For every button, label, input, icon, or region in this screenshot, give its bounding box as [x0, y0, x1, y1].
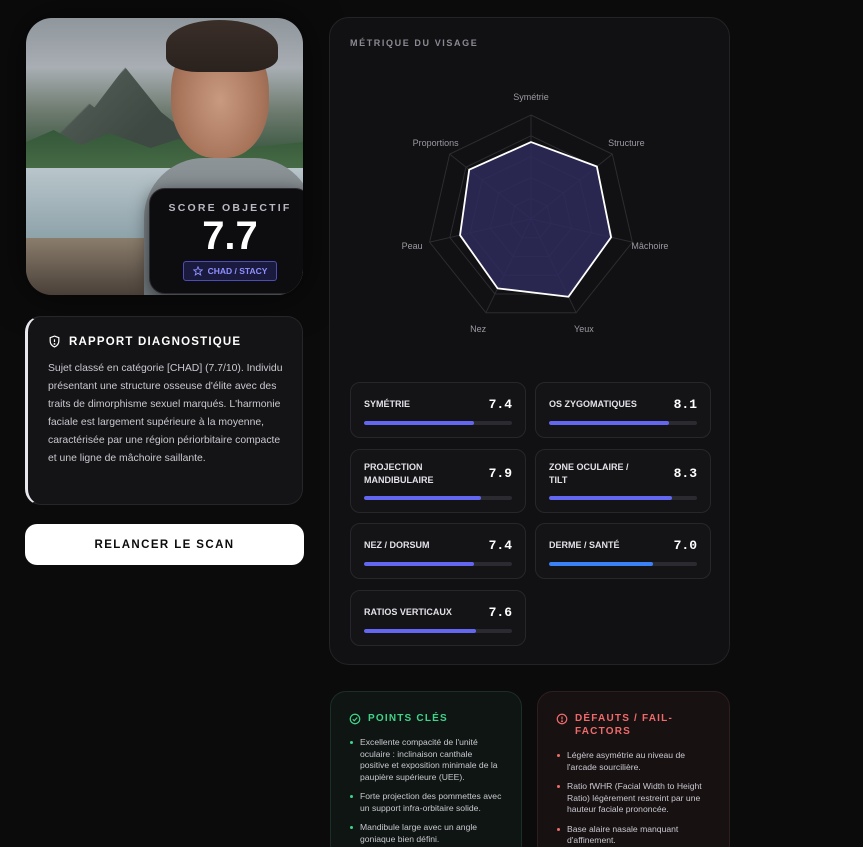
fail-factors-list: Légère asymétrie au niveau de l'arcade s…: [556, 750, 711, 847]
fail-factors-title: DÉFAUTS / FAIL-FACTORS: [575, 713, 673, 737]
metric-label: DERME / SANTÉ: [549, 540, 620, 550]
report-heading: RAPPORT DIAGNOSTIQUE: [48, 335, 284, 348]
alert-circle-icon: [556, 713, 568, 725]
list-item: Forte projection des pommettes avec un s…: [349, 791, 503, 814]
shield-icon: [49, 335, 60, 348]
fail-factors-heading: DÉFAUTS / FAIL-FACTORS: [556, 712, 711, 738]
metric-card: SYMÉTRIE 7.4: [350, 382, 526, 438]
metric-progress-track: [549, 562, 697, 566]
check-circle-icon: [349, 713, 361, 725]
radar-axis-label: Symétrie: [513, 92, 549, 102]
metric-progress-track: [549, 421, 697, 425]
key-points-card: POINTS CLÉS Excellente compacité de l'un…: [330, 691, 522, 847]
photo-person-hair: [166, 20, 278, 72]
metric-label: PROJECTION MANDIBULAIRE: [364, 462, 434, 485]
metric-progress-fill: [364, 421, 474, 425]
metric-value: 8.1: [673, 397, 697, 412]
radar-data-polygon: [459, 141, 613, 298]
rescan-button[interactable]: RELANCER LE SCAN: [25, 524, 304, 565]
report-text: Sujet classé en catégorie [CHAD] (7.7/10…: [48, 363, 283, 464]
report-title: RAPPORT DIAGNOSTIQUE: [69, 335, 242, 348]
metric-value: 8.3: [673, 466, 697, 481]
radar-axis-label: Proportions: [413, 138, 460, 148]
metric-card: NEZ / DORSUM 7.4: [350, 523, 526, 579]
metrics-title: MÉTRIQUE DU VISAGE: [350, 38, 479, 48]
metric-value: 7.9: [488, 466, 512, 481]
metric-progress-track: [364, 421, 512, 425]
key-points-heading: POINTS CLÉS: [349, 712, 503, 725]
radar-axis-label: Structure: [608, 138, 645, 148]
score-label: SCORE OBJECTIF: [168, 202, 292, 214]
metric-progress-fill: [549, 496, 672, 500]
metric-progress-track: [549, 496, 697, 500]
profile-photo: SCORE OBJECTIF 7.7 CHAD / STACY: [26, 18, 303, 295]
radar-axis-label: Nez: [470, 324, 487, 334]
list-item: Ratio fWHR (Facial Width to Height Ratio…: [556, 781, 711, 816]
list-item: Légère asymétrie au niveau de l'arcade s…: [556, 750, 711, 773]
list-item: Excellente compacité de l'unité oculaire…: [349, 737, 503, 783]
diagnostic-report: RAPPORT DIAGNOSTIQUE Sujet classé en cat…: [25, 316, 303, 505]
metric-card: OS ZYGOMATIQUES 8.1: [535, 382, 711, 438]
fail-factors-card: DÉFAUTS / FAIL-FACTORS Légère asymétrie …: [537, 691, 730, 847]
metric-label: ZONE OCULAIRE / TILT: [549, 462, 629, 485]
face-metrics-panel: MÉTRIQUE DU VISAGE Symétrie Structure Mâch…: [329, 17, 730, 665]
metric-progress-track: [364, 562, 512, 566]
metric-progress-fill: [549, 562, 653, 566]
key-points-title: POINTS CLÉS: [368, 713, 448, 724]
metric-progress-fill: [364, 562, 474, 566]
radar-axis-label: Peau: [402, 241, 423, 251]
category-badge: CHAD / STACY: [182, 261, 278, 281]
category-badge-label: CHAD / STACY: [207, 266, 268, 276]
radar-axis-label: Yeux: [574, 324, 594, 334]
score-panel: SCORE OBJECTIF 7.7 CHAD / STACY: [149, 188, 303, 294]
metric-value: 7.0: [673, 538, 697, 553]
metric-value: 7.4: [488, 538, 512, 553]
metric-card: DERME / SANTÉ 7.0: [535, 523, 711, 579]
star-icon: [192, 266, 203, 276]
metric-card: PROJECTION MANDIBULAIRE 7.9: [350, 449, 526, 513]
metric-value: 7.6: [488, 605, 512, 620]
metric-label: SYMÉTRIE: [364, 399, 411, 409]
metric-label: OS ZYGOMATIQUES: [549, 399, 637, 409]
list-item: Mandibule large avec un angle goniaque b…: [349, 822, 503, 845]
metric-value: 7.4: [488, 397, 512, 412]
metric-label: RATIOS VERTICAUX: [364, 607, 452, 617]
key-points-list: Excellente compacité de l'unité oculaire…: [349, 737, 503, 845]
metric-label: NEZ / DORSUM: [364, 540, 430, 550]
metric-card: ZONE OCULAIRE / TILT 8.3: [535, 449, 711, 513]
radar-axis-label: Mâchoire: [631, 241, 668, 251]
radar-chart: Symétrie Structure Mâchoire Yeux Nez Peau Prop…: [402, 92, 669, 334]
metric-progress-track: [364, 496, 512, 500]
metric-progress-fill: [364, 629, 477, 633]
metric-progress-fill: [549, 421, 669, 425]
list-item: Base alaire nasale manquant d'affinement…: [556, 824, 711, 847]
metric-progress-fill: [364, 496, 481, 500]
metric-progress-track: [364, 629, 512, 633]
metric-card: RATIOS VERTICAUX 7.6: [350, 590, 526, 646]
score-value: 7.7: [202, 214, 258, 258]
